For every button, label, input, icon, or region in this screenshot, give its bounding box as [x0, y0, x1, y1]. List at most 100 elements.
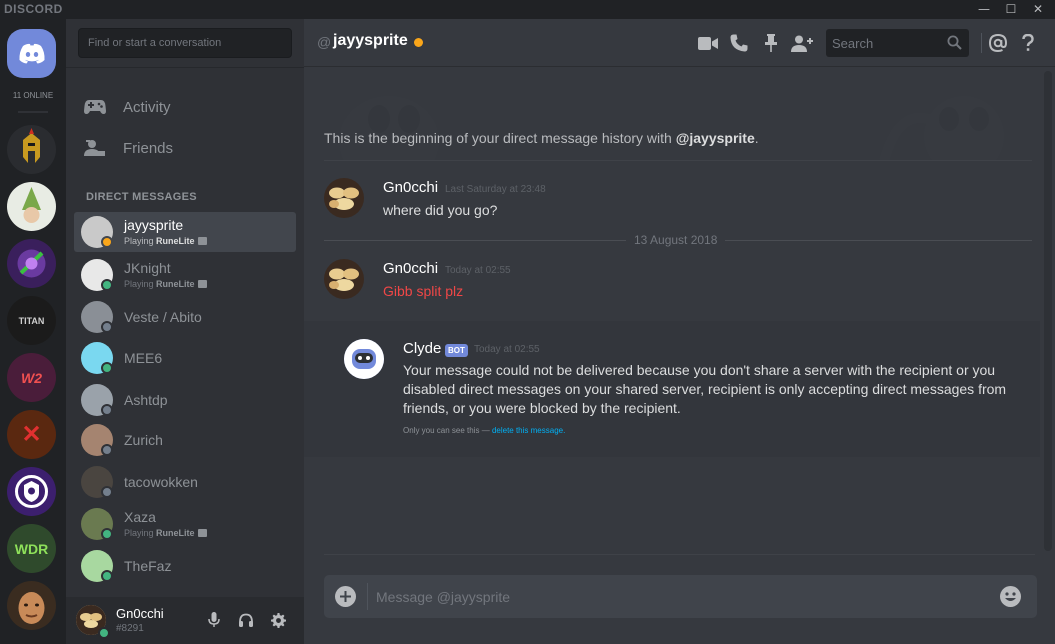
purple-rune-icon	[7, 239, 56, 288]
deafen-button[interactable]	[237, 611, 255, 629]
at-symbol: @	[317, 34, 332, 50]
chat-scrollbar[interactable]	[1044, 71, 1052, 551]
dm-item-thefaz[interactable]: TheFaz	[74, 546, 296, 586]
dm-item-tacowokken[interactable]: tacowokken	[74, 462, 296, 502]
composer-divider	[324, 554, 1035, 555]
user-tag: #8291	[116, 623, 144, 634]
message-avatar[interactable]	[324, 178, 364, 218]
shield-icon	[7, 467, 56, 516]
server-icon-gnome[interactable]	[7, 182, 56, 231]
gnocchi-avatar-icon	[324, 178, 364, 218]
dm-sidebar: Activity Friends DIRECT MESSAGES jayyspr…	[66, 19, 304, 644]
clyde-timestamp: Today at 02:55	[474, 344, 540, 355]
bot-badge: BOT	[445, 344, 468, 357]
title-bar: DISCORD — ☐ ✕	[0, 0, 1055, 19]
dm-item-jknight[interactable]: JKnight Playing RuneLite	[74, 255, 296, 295]
intro-username: @jayysprite	[675, 130, 755, 146]
status-online-icon	[101, 528, 113, 540]
message-author[interactable]: Gn0cchi	[383, 179, 438, 196]
headphones-icon	[239, 613, 253, 627]
gear-icon	[270, 612, 286, 628]
microphone-icon	[208, 612, 220, 627]
conversation-intro: This is the beginning of your direct mes…	[324, 130, 759, 146]
close-window-button[interactable]: ✕	[1024, 0, 1052, 19]
user-settings-button[interactable]	[269, 611, 287, 629]
channel-recipient-name: jayysprite	[333, 32, 408, 49]
dm-item-zurich[interactable]: Zurich	[74, 420, 296, 460]
minimize-button[interactable]: —	[970, 0, 998, 19]
dm-name: tacowokken	[124, 474, 198, 490]
pinned-messages-button[interactable]	[760, 32, 782, 54]
clyde-avatar[interactable]	[344, 339, 384, 379]
chat-main: @ jayysprite Search This is the beginnin…	[304, 19, 1055, 644]
status-online-icon	[101, 279, 113, 291]
dm-name: Ashtdp	[124, 392, 168, 408]
home-button[interactable]	[7, 29, 56, 78]
user-status-online-icon	[98, 627, 110, 639]
dm-item-mee6[interactable]: MEE6	[74, 338, 296, 378]
nav-friends[interactable]: Friends	[74, 130, 296, 166]
message-timestamp: Last Saturday at 23:48	[445, 184, 546, 195]
background-wumpus-illustration	[339, 96, 1004, 161]
dm-activity: Playing RuneLite	[124, 528, 207, 538]
find-conversation-bar[interactable]	[78, 28, 292, 58]
clyde-author[interactable]: Clyde	[403, 340, 441, 357]
rail-divider	[18, 111, 48, 113]
message-avatar[interactable]	[324, 259, 364, 299]
nav-activity[interactable]: Activity	[74, 89, 296, 125]
mute-button[interactable]	[205, 611, 223, 629]
dm-activity-prefix: Playing	[124, 528, 157, 538]
find-conversation-input[interactable]	[79, 29, 291, 57]
help-button[interactable]	[1017, 32, 1039, 54]
message-input[interactable]	[376, 575, 986, 618]
server-icon-titan[interactable]: TITAN	[7, 296, 56, 345]
intro-suffix: .	[754, 130, 759, 146]
dm-item-jayysprite[interactable]: jayysprite Playing RuneLite	[74, 212, 296, 252]
status-online-icon	[101, 570, 113, 582]
server-icon-w2[interactable]: W2	[7, 353, 56, 402]
message-search-bar[interactable]	[826, 29, 969, 57]
chat-header: @ jayysprite	[304, 19, 1055, 67]
dm-name: Xaza	[124, 509, 156, 525]
dm-name: jayysprite	[124, 217, 184, 233]
status-offline-icon	[101, 444, 113, 456]
discord-app: DISCORD — ☐ ✕ 11 ONLINE TITAN W2 ✕ WDR F…	[0, 0, 1055, 644]
server-icon-shield[interactable]	[7, 467, 56, 516]
question-mark-icon	[1022, 34, 1034, 51]
nav-friends-label: Friends	[123, 139, 174, 157]
mentions-button[interactable]	[987, 32, 1009, 54]
titan-label: TITAN	[18, 315, 45, 326]
add-friend-to-dm-button[interactable]	[791, 32, 813, 54]
cross-mark: ✕	[21, 421, 42, 448]
delete-message-link[interactable]: delete this message.	[492, 426, 565, 435]
phone-icon	[730, 34, 748, 52]
composer-divider-line	[367, 583, 368, 610]
gamepad-icon	[84, 100, 106, 114]
dm-item-ashtdp[interactable]: Ashtdp	[74, 380, 296, 420]
dm-item-xaza[interactable]: Xaza Playing RuneLite	[74, 504, 296, 544]
server-icon-face[interactable]	[7, 581, 56, 630]
message-author[interactable]: Gn0cchi	[383, 260, 438, 277]
dm-activity-game: RuneLite	[156, 279, 195, 289]
dm-item-veste-abito[interactable]: Veste / Abito	[74, 297, 296, 337]
server-icon-wdr[interactable]: WDR	[7, 524, 56, 573]
voice-call-button[interactable]	[728, 32, 750, 54]
status-offline-icon	[101, 321, 113, 333]
dm-activity: Playing RuneLite	[124, 236, 207, 246]
direct-messages-header: DIRECT MESSAGES	[86, 191, 197, 203]
maximize-button[interactable]: ☐	[997, 0, 1025, 19]
upload-button[interactable]	[335, 586, 356, 607]
message-group-divider	[324, 160, 1032, 161]
server-icon-purple[interactable]	[7, 239, 56, 288]
emoji-picker-icon[interactable]	[1000, 586, 1021, 607]
server-icon-crossed[interactable]: ✕	[7, 410, 56, 459]
server-icon-spartan[interactable]	[7, 125, 56, 174]
status-online-icon	[101, 362, 113, 374]
friends-icon	[84, 140, 105, 156]
online-count: 11 ONLINE	[12, 91, 54, 100]
search-icon	[947, 35, 962, 50]
status-offline-icon	[101, 486, 113, 498]
video-call-button[interactable]	[697, 32, 719, 54]
dm-name: Zurich	[124, 432, 163, 448]
w2-label: W2	[21, 369, 42, 386]
